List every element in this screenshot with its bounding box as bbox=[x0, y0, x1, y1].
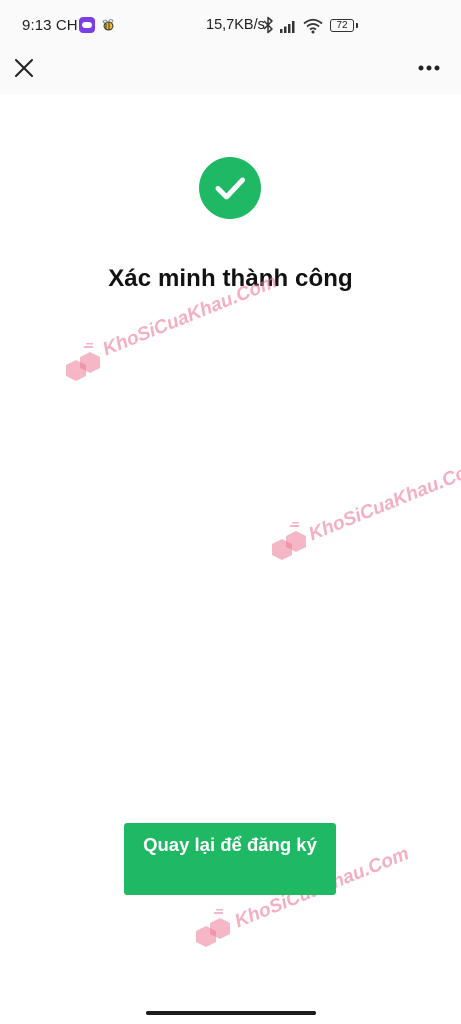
watermark-logo-icon bbox=[196, 909, 230, 947]
close-icon bbox=[15, 59, 33, 77]
bluetooth-icon bbox=[263, 16, 273, 34]
battery-icon: 72 bbox=[330, 19, 354, 32]
check-circle-icon bbox=[199, 157, 261, 219]
app-notification-icon bbox=[79, 17, 95, 33]
status-bar: 9:13 CH 15,7KB/s 72 bbox=[0, 0, 461, 46]
more-options-icon bbox=[418, 65, 440, 71]
home-indicator[interactable] bbox=[146, 1011, 316, 1015]
battery-level: 72 bbox=[336, 20, 348, 31]
wifi-icon bbox=[303, 18, 323, 34]
back-to-register-button[interactable]: Quay lại để đăng ký bbox=[124, 823, 336, 895]
top-nav-bar bbox=[0, 46, 461, 94]
status-time: 9:13 CH bbox=[22, 17, 78, 34]
watermark-text: KhoSiCuaKhau.Com bbox=[305, 456, 461, 546]
watermark-logo-icon bbox=[66, 343, 100, 381]
close-button[interactable] bbox=[10, 54, 38, 82]
bee-icon bbox=[102, 19, 114, 31]
signal-icon bbox=[280, 21, 295, 33]
more-options-button[interactable] bbox=[414, 56, 444, 80]
network-speed: 15,7KB/s bbox=[206, 17, 265, 33]
battery-cap bbox=[356, 23, 358, 28]
checkmark-icon bbox=[215, 177, 245, 200]
